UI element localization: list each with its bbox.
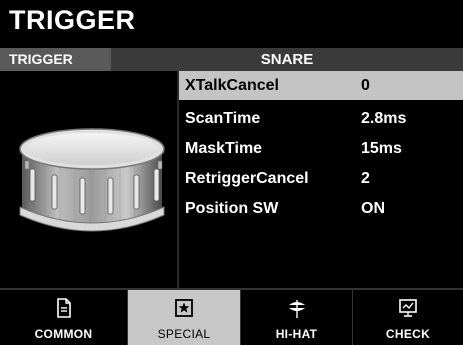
- param-value: ON: [361, 200, 385, 217]
- param-row-masktime[interactable]: MaskTime 15ms: [179, 134, 463, 163]
- snare-drum-image: [19, 128, 165, 232]
- tab-hi-hat[interactable]: HI-HAT: [241, 290, 352, 345]
- param-value: 15ms: [361, 140, 402, 157]
- param-row-xtalkcancel[interactable]: XTalkCancel 0: [179, 71, 463, 100]
- tab-label: HI-HAT: [275, 327, 318, 341]
- param-name: XTalkCancel: [185, 77, 279, 94]
- function-tab-bar: COMMON SPECIAL HI-HAT CHECK: [0, 288, 463, 345]
- param-row-position-sw[interactable]: Position SW ON: [179, 194, 463, 223]
- drum-image-panel: [0, 71, 177, 288]
- tab-label: CHECK: [385, 327, 431, 341]
- tab-common[interactable]: COMMON: [0, 290, 127, 345]
- param-name: MaskTime: [185, 140, 263, 157]
- param-name: Position SW: [185, 200, 279, 217]
- param-name: RetriggerCancel: [185, 170, 309, 187]
- param-name: ScanTime: [185, 110, 261, 127]
- param-value: 0: [361, 77, 370, 94]
- parameter-list: XTalkCancel 0 ScanTime 2.8ms MaskTime 15…: [179, 71, 463, 288]
- param-row-scantime[interactable]: ScanTime 2.8ms: [179, 104, 463, 133]
- tab-label: COMMON: [34, 327, 93, 341]
- instrument-name: SNARE: [260, 51, 314, 68]
- param-row-retriggercancel[interactable]: RetriggerCancel 2: [179, 164, 463, 193]
- tab-special[interactable]: SPECIAL: [128, 290, 240, 345]
- monitor-check-icon: [399, 299, 417, 317]
- page-title: TRIGGER: [9, 5, 136, 35]
- section-tag: TRIGGER: [0, 48, 111, 71]
- document-icon: [56, 298, 71, 318]
- param-value: 2: [361, 170, 370, 187]
- param-value: 2.8ms: [361, 110, 407, 127]
- tab-label: SPECIAL: [157, 327, 211, 341]
- sub-header-bar: TRIGGER SNARE: [0, 48, 463, 71]
- hi-hat-icon: [288, 300, 305, 318]
- tab-check[interactable]: CHECK: [353, 290, 463, 345]
- star-icon: [175, 299, 193, 317]
